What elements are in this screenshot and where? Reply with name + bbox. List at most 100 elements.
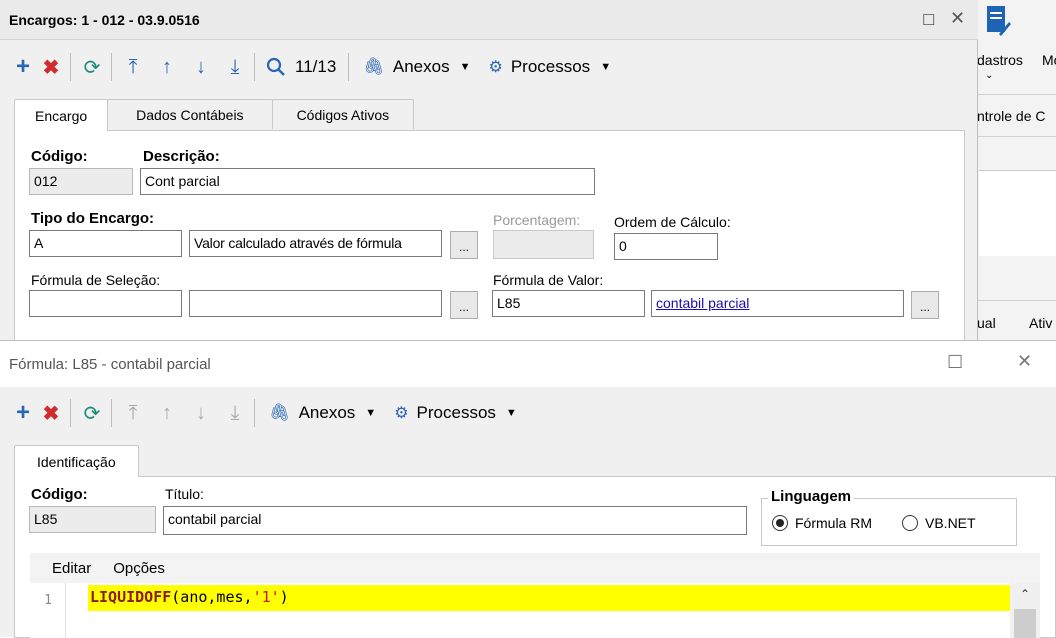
add-icon[interactable]: + (10, 52, 36, 82)
descricao-field[interactable]: Cont parcial (140, 168, 595, 195)
menu-opcoes[interactable]: Opções (113, 560, 165, 577)
formula-valor-lookup-button[interactable]: ... (911, 291, 939, 319)
formula-valor-code-field[interactable]: L85 (492, 290, 645, 317)
formula-valor-desc-field[interactable]: contabil parcial (651, 290, 904, 317)
radio-vbnet[interactable]: VB.NET (902, 515, 976, 531)
line-number: 1 (44, 593, 52, 608)
first-record-icon: ⤒ (128, 401, 138, 424)
radio-selected-icon (772, 515, 788, 531)
radio-unselected-icon (902, 515, 918, 531)
window-title: Fórmula: L85 - contabil parcial (9, 356, 211, 373)
formula-valor-link[interactable]: contabil parcial (656, 295, 749, 311)
code-line[interactable]: LIQUIDOFF(ano,mes,'1') (88, 585, 1010, 611)
window-titlebar[interactable]: Fórmula: L85 - contabil parcial ☐ ✕ (0, 341, 1056, 387)
titulo-field[interactable]: contabil parcial (163, 506, 747, 535)
code-close: ) (279, 588, 289, 606)
ribbon-label-mo[interactable]: Mo (1042, 52, 1056, 68)
codigo-label: Código: (31, 148, 88, 165)
delete-icon[interactable]: ✖ (38, 398, 64, 428)
window-titlebar[interactable]: Encargos: 1 - 012 - 03.9.0516 ☐ ✕ (0, 0, 978, 40)
processos-menu[interactable]: ⚙ Processos ▼ (394, 403, 517, 423)
editor-scrollbar[interactable]: ⌃ (1010, 583, 1040, 638)
formula-selecao-desc-field[interactable] (189, 290, 442, 317)
previous-record-icon: ↑ (162, 401, 172, 424)
next-record-icon[interactable]: ↓ (188, 52, 214, 82)
tipo-encargo-code-field[interactable]: A (29, 230, 182, 257)
code-editor[interactable]: 1 LIQUIDOFF(ano,mes,'1') ⌃ (30, 583, 1040, 638)
record-counter: 11/13 (295, 57, 337, 76)
toolbar-separator (111, 53, 112, 81)
tab-dados-contabeis[interactable]: Dados Contábeis (107, 99, 273, 129)
formula-selecao-code-field[interactable] (29, 290, 182, 317)
processos-label: Processos (416, 403, 496, 422)
column-header-ual[interactable]: ual (977, 315, 996, 331)
menu-editar[interactable]: Editar (52, 560, 91, 577)
ordem-calculo-label: Ordem de Cálculo: (614, 214, 731, 230)
column-header-ativ[interactable]: Ativ (1029, 315, 1052, 331)
previous-record-icon[interactable]: ↑ (154, 52, 180, 82)
paperclip-icon: 🖇 (269, 403, 291, 422)
code-args: (ano,mes, (171, 588, 253, 606)
caret-down-icon: ▼ (505, 407, 517, 419)
maximize-icon[interactable]: ☐ (947, 352, 963, 373)
radio-formula-rm[interactable]: Fórmula RM (772, 515, 872, 531)
next-record-icon: ↓ (196, 401, 206, 424)
toolbar-separator (254, 399, 255, 427)
toolbar-separator (70, 53, 71, 81)
refresh-icon[interactable]: ⟳ (79, 52, 105, 82)
toolbar-separator (254, 53, 255, 81)
close-icon[interactable]: ✕ (1017, 351, 1032, 372)
caret-down-icon: ▼ (459, 61, 471, 73)
add-icon[interactable]: + (10, 398, 36, 428)
ribbon-label-cadastros[interactable]: dastros (977, 52, 1023, 68)
gear-icon: ⚙ (394, 405, 409, 422)
first-record-icon[interactable]: ⤒ (120, 52, 146, 82)
porcentagem-label: Porcentagem: (493, 212, 581, 228)
anexos-label: Anexos (392, 57, 450, 76)
codigo-field[interactable]: 012 (29, 168, 133, 195)
last-record-icon: ⤓ (230, 401, 240, 424)
toolbar-separator (111, 399, 112, 427)
codigo-label: Código: (31, 486, 88, 503)
search-icon[interactable] (263, 52, 289, 82)
scroll-thumb[interactable] (1014, 609, 1036, 638)
chevron-down-icon[interactable]: ⌄ (985, 70, 993, 81)
tipo-encargo-lookup-button[interactable]: ... (450, 231, 478, 259)
porcentagem-field (493, 230, 594, 259)
codigo-field[interactable]: L85 (29, 506, 156, 533)
divider (975, 94, 1056, 95)
divider (975, 300, 1056, 301)
code-function: LIQUIDOFF (90, 588, 172, 606)
line-gutter: 1 (30, 583, 66, 638)
tab-strip: Identificação (14, 445, 139, 477)
formula-selecao-label: Fórmula de Seleção: (31, 272, 161, 288)
linguagem-legend: Linguagem (768, 488, 855, 505)
maximize-icon[interactable]: ☐ (922, 11, 935, 29)
panel-title-controle: ntrole de C (977, 108, 1046, 124)
tab-codigos-ativos[interactable]: Códigos Ativos (271, 99, 415, 129)
ordem-calculo-field[interactable]: 0 (614, 233, 718, 260)
radio-formula-rm-label: Fórmula RM (795, 515, 873, 531)
window-title: Encargos: 1 - 012 - 03.9.0516 (9, 12, 200, 28)
formula-selecao-lookup-button[interactable]: ... (450, 291, 478, 319)
tab-identificacao[interactable]: Identificação (14, 445, 139, 477)
close-icon[interactable]: ✕ (950, 8, 965, 29)
scroll-up-icon[interactable]: ⌃ (1010, 587, 1040, 601)
anexos-menu[interactable]: 🖇 Anexos ▼ (363, 57, 470, 77)
anexos-label: Anexos (298, 403, 356, 422)
processos-menu[interactable]: ⚙ Processos ▼ (488, 57, 611, 77)
toolbar: + ✖ ⟳ ⤒ ↑ ↓ ⤓ 11/13 🖇 Anexos ▼ ⚙ Process… (0, 47, 978, 87)
titulo-label: Título: (165, 486, 204, 502)
tab-encargo[interactable]: Encargo (14, 99, 109, 131)
last-record-icon[interactable]: ⤓ (222, 52, 248, 82)
paperclip-icon: 🖇 (363, 57, 385, 76)
formula-valor-label: Fórmula de Valor: (493, 272, 604, 288)
refresh-icon[interactable]: ⟳ (79, 398, 105, 428)
delete-icon[interactable]: ✖ (38, 52, 64, 82)
gear-icon: ⚙ (488, 59, 503, 76)
tipo-encargo-desc-field[interactable]: Valor calculado através de fórmula (189, 230, 442, 257)
toolbar-separator (348, 53, 350, 81)
anexos-menu[interactable]: 🖇 Anexos ▼ (269, 403, 376, 423)
editor-menubar: Editar Opções (30, 553, 1040, 583)
document-edit-icon[interactable] (985, 4, 1011, 40)
